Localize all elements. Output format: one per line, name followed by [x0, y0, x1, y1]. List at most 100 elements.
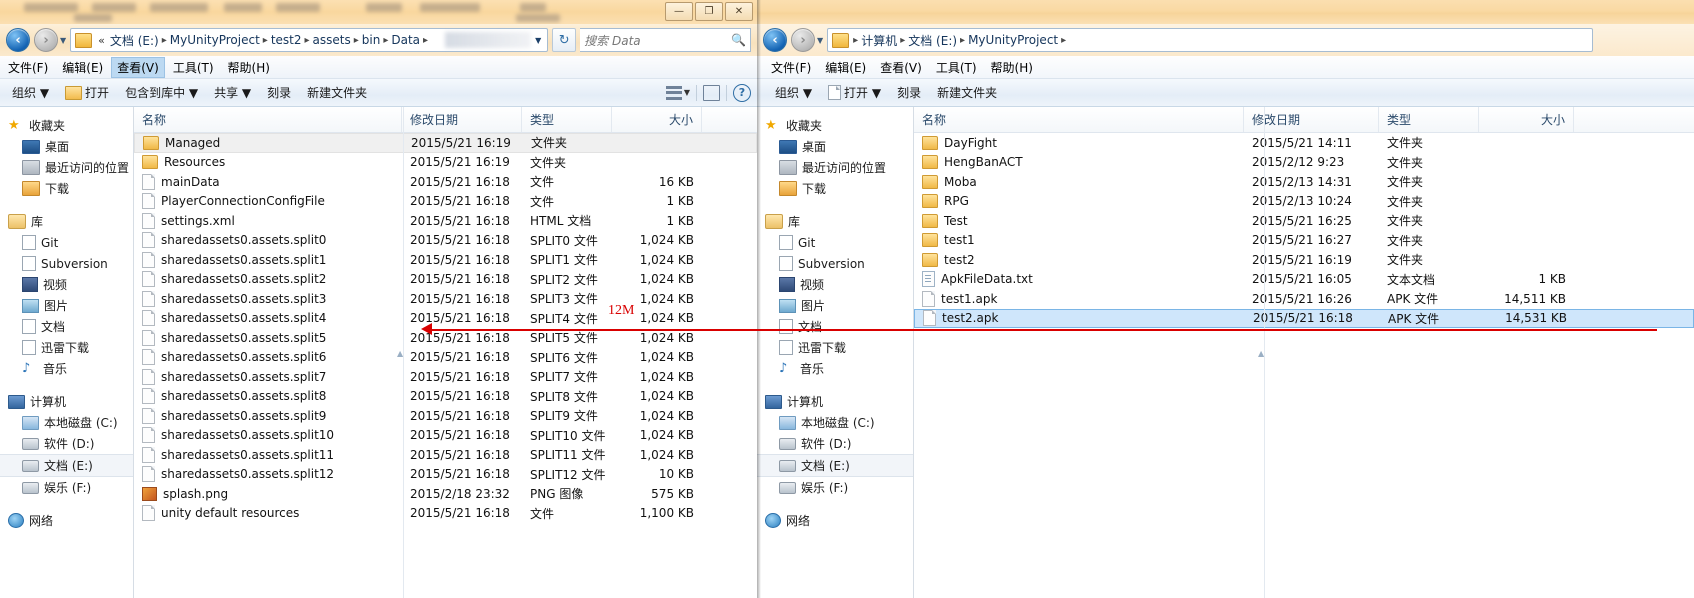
burn-button[interactable]: 刻录	[259, 81, 299, 104]
include-in-library-button[interactable]: 包含到库中 ▼	[117, 81, 206, 104]
menu-edit[interactable]: 编辑(E)	[56, 57, 109, 78]
breadcrumb-item-5[interactable]: Data	[389, 33, 422, 47]
nav-item-0[interactable]: ★ 收藏夹	[757, 115, 913, 136]
table-row[interactable]: test2.apk 2015/5/21 16:18 APK 文件 14,531 KB	[914, 308, 1694, 328]
nav-item-12[interactable]: ♪ 音乐	[757, 358, 913, 379]
table-row[interactable]: sharedassets0.assets.split3 2015/5/21 16:…	[134, 289, 757, 309]
nav-item-18[interactable]: 娱乐 (F:)	[757, 477, 913, 498]
menu-help[interactable]: 帮助(H)	[222, 57, 276, 78]
breadcrumb-item-4[interactable]: bin	[360, 33, 383, 47]
table-row[interactable]: ApkFileData.txt 2015/5/21 16:05 文本文档 1 KB	[914, 270, 1694, 290]
table-row[interactable]: sharedassets0.assets.split10 2015/5/21 16…	[134, 426, 757, 446]
table-row[interactable]: test1.apk 2015/5/21 16:26 APK 文件 14,511 KB	[914, 289, 1694, 309]
column-header-type[interactable]: 类型	[522, 107, 612, 132]
nav-item-5[interactable]: 库	[0, 211, 133, 232]
table-row[interactable]: sharedassets0.assets.split11 2015/5/21 16…	[134, 445, 757, 465]
nav-item-9[interactable]: 图片	[0, 295, 133, 316]
table-row[interactable]: sharedassets0.assets.split5 2015/5/21 16:…	[134, 328, 757, 348]
menu-file[interactable]: 文件(F)	[765, 57, 817, 78]
nav-item-12[interactable]: ♪ 音乐	[0, 358, 133, 379]
breadcrumb-item-0[interactable]: 计算机	[859, 32, 899, 49]
nav-item-6[interactable]: Git	[0, 232, 133, 253]
nav-item-6[interactable]: Git	[757, 232, 913, 253]
column-header-size[interactable]: 大小	[612, 107, 702, 132]
menu-file[interactable]: 文件(F)	[2, 57, 54, 78]
table-row[interactable]: sharedassets0.assets.split1 2015/5/21 16:…	[134, 250, 757, 270]
recent-pages-dropdown-icon[interactable]: ▼	[60, 36, 66, 45]
back-button[interactable]: ‹	[763, 28, 787, 52]
forward-button[interactable]: ›	[34, 28, 58, 52]
nav-item-15[interactable]: 本地磁盘 (C:)	[757, 412, 913, 433]
new-folder-button[interactable]: 新建文件夹	[299, 81, 375, 104]
chevron-down-icon[interactable]: ▼	[684, 88, 690, 97]
burn-button[interactable]: 刻录	[889, 81, 929, 104]
breadcrumb-item-3[interactable]: assets	[311, 33, 353, 47]
nav-item-20[interactable]: 网络	[0, 510, 133, 531]
nav-item-17[interactable]: 文档 (E:)	[757, 454, 913, 477]
share-button[interactable]: 共享 ▼	[206, 81, 259, 104]
organize-button[interactable]: 组织 ▼	[767, 81, 820, 104]
column-header-name[interactable]: 名称	[134, 107, 402, 132]
nav-item-20[interactable]: 网络	[757, 510, 913, 531]
refresh-button[interactable]: ↻	[552, 28, 577, 52]
nav-item-9[interactable]: 图片	[757, 295, 913, 316]
table-row[interactable]: sharedassets0.assets.split4 2015/5/21 16:…	[134, 309, 757, 329]
breadcrumb-item-1[interactable]: 文档 (E:)	[906, 32, 959, 49]
open-button[interactable]: 打开 ▼	[820, 81, 889, 104]
menu-view[interactable]: 查看(V)	[111, 56, 165, 78]
file-list-pane-left[interactable]: 名称 修改日期 类型 大小 ▲ Managed 2015/5/21 16:19 文件…	[134, 107, 757, 598]
minimize-button[interactable]: —	[665, 2, 693, 21]
menu-view[interactable]: 查看(V)	[874, 57, 928, 78]
nav-item-0[interactable]: ★ 收藏夹	[0, 115, 133, 136]
table-row[interactable]: Test 2015/5/21 16:25 文件夹	[914, 211, 1694, 231]
column-header-size[interactable]: 大小	[1479, 107, 1574, 132]
table-row[interactable]: sharedassets0.assets.split6 2015/5/21 16:…	[134, 348, 757, 368]
nav-item-14[interactable]: 计算机	[757, 391, 913, 412]
nav-item-14[interactable]: 计算机	[0, 391, 133, 412]
close-button[interactable]: ✕	[725, 2, 753, 21]
menu-tools[interactable]: 工具(T)	[930, 57, 983, 78]
column-header-name[interactable]: 名称	[914, 107, 1244, 132]
new-folder-button[interactable]: 新建文件夹	[929, 81, 1005, 104]
breadcrumb-item-1[interactable]: MyUnityProject	[168, 33, 262, 47]
title-bar-right[interactable]	[757, 0, 1694, 24]
nav-item-10[interactable]: 文档	[757, 316, 913, 337]
breadcrumb-item-2[interactable]: MyUnityProject	[966, 33, 1060, 47]
table-row[interactable]: test1 2015/5/21 16:27 文件夹	[914, 231, 1694, 251]
table-row[interactable]: sharedassets0.assets.split7 2015/5/21 16:…	[134, 367, 757, 387]
table-row[interactable]: unity default resources 2015/5/21 16:18 文件…	[134, 504, 757, 524]
nav-item-17[interactable]: 文档 (E:)	[0, 454, 133, 477]
column-header-date[interactable]: 修改日期	[402, 107, 522, 132]
change-view-icon[interactable]	[665, 85, 682, 100]
table-row[interactable]: Managed 2015/5/21 16:19 文件夹	[134, 133, 757, 153]
breadcrumb-overflow-icon[interactable]: «	[95, 34, 108, 47]
menu-edit[interactable]: 编辑(E)	[819, 57, 872, 78]
file-list-pane-right[interactable]: 名称 修改日期 类型 大小 ▲ DayFight 2015/5/21 14:11 文…	[914, 107, 1694, 598]
nav-item-16[interactable]: 软件 (D:)	[0, 433, 133, 454]
chevron-down-icon[interactable]: ▼	[531, 36, 545, 45]
table-row[interactable]: mainData 2015/5/21 16:18 文件 16 KB	[134, 172, 757, 192]
table-row[interactable]: DayFight 2015/5/21 14:11 文件夹	[914, 133, 1694, 153]
nav-item-2[interactable]: 最近访问的位置	[757, 157, 913, 178]
recent-pages-dropdown-icon[interactable]: ▼	[817, 36, 823, 45]
breadcrumb-right[interactable]: ▸ 计算机 ▸ 文档 (E:) ▸ MyUnityProject ▸	[827, 28, 1594, 52]
nav-item-10[interactable]: 文档	[0, 316, 133, 337]
open-button[interactable]: 打开	[57, 81, 117, 104]
table-row[interactable]: settings.xml 2015/5/21 16:18 HTML 文档 1 KB	[134, 211, 757, 231]
nav-item-8[interactable]: 视频	[757, 274, 913, 295]
table-row[interactable]: sharedassets0.assets.split9 2015/5/21 16:…	[134, 406, 757, 426]
table-row[interactable]: sharedassets0.assets.split0 2015/5/21 16:…	[134, 231, 757, 251]
preview-pane-icon[interactable]	[703, 84, 720, 101]
nav-item-8[interactable]: 视频	[0, 274, 133, 295]
table-row[interactable]: test2 2015/5/21 16:19 文件夹	[914, 250, 1694, 270]
menu-tools[interactable]: 工具(T)	[167, 57, 220, 78]
navigation-pane-right[interactable]: ★ 收藏夹 桌面 最近访问的位置 下载库 Git Subversion 视频 图片 文档 迅雷下载 ♪…	[757, 107, 914, 598]
nav-item-18[interactable]: 娱乐 (F:)	[0, 477, 133, 498]
table-row[interactable]: splash.png 2015/2/18 23:32 PNG 图像 575 KB	[134, 484, 757, 504]
breadcrumb-left[interactable]: « 文档 (E:) ▸ MyUnityProject ▸ test2 ▸ ass…	[70, 28, 549, 52]
table-row[interactable]: HengBanACT 2015/2/12 9:23 文件夹	[914, 153, 1694, 173]
table-row[interactable]: RPG 2015/2/13 10:24 文件夹	[914, 192, 1694, 212]
table-row[interactable]: Moba 2015/2/13 14:31 文件夹	[914, 172, 1694, 192]
column-header-type[interactable]: 类型	[1379, 107, 1479, 132]
nav-item-5[interactable]: 库	[757, 211, 913, 232]
